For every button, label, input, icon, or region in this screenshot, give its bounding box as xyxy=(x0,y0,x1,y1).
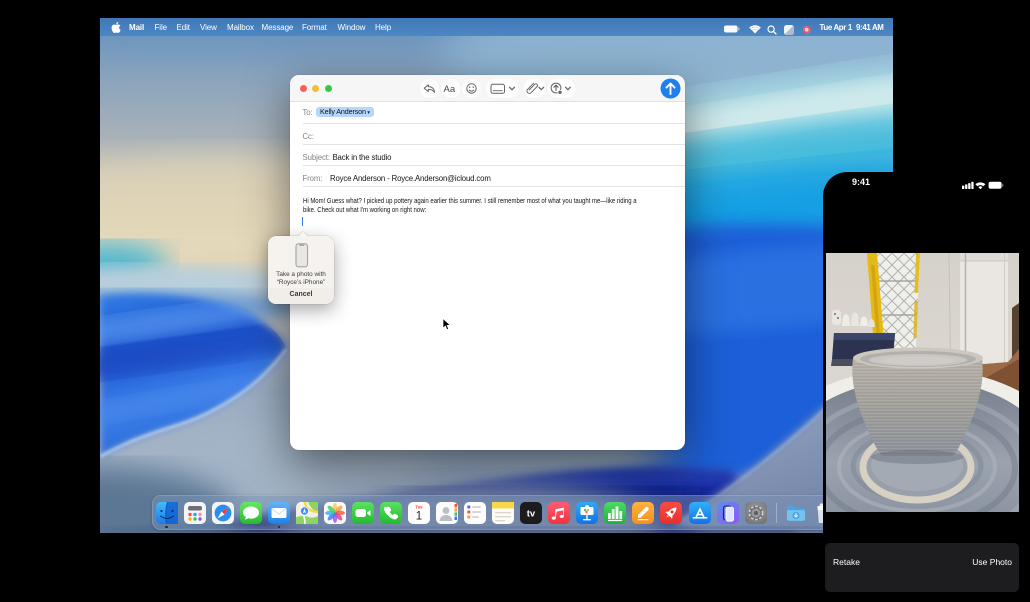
svg-text:1: 1 xyxy=(416,511,422,523)
svg-text:tv: tv xyxy=(527,509,536,520)
svg-text:Aa: Aa xyxy=(443,84,455,95)
svg-text:Tue: Tue xyxy=(415,505,423,510)
